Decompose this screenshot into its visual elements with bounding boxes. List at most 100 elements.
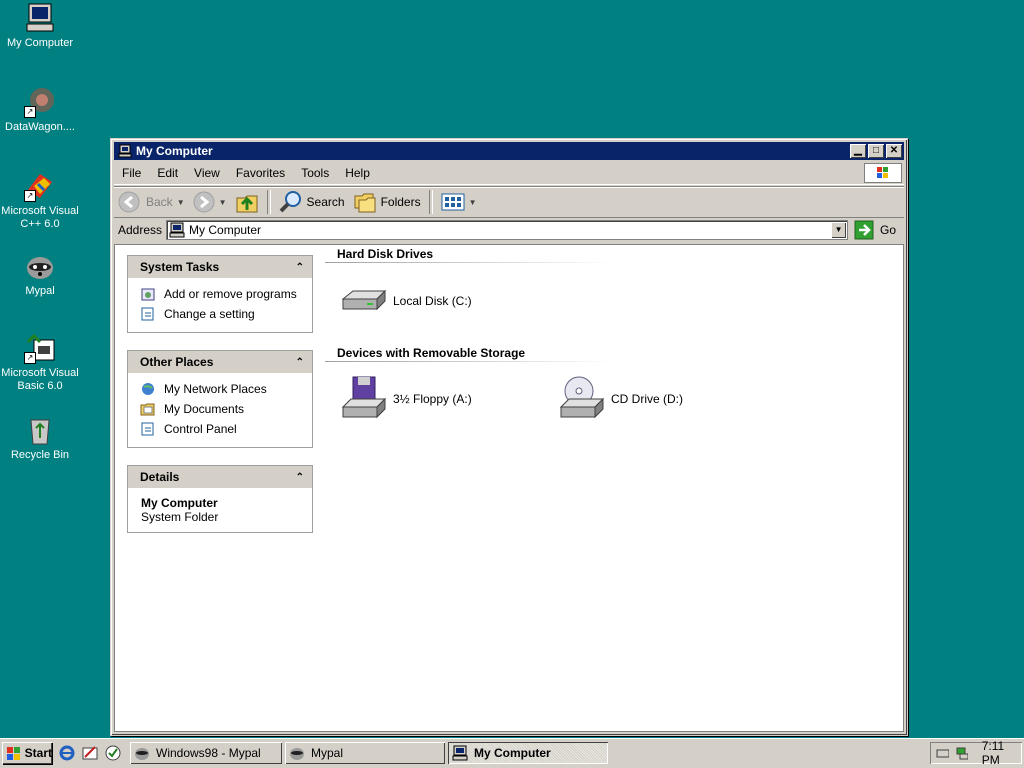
back-button[interactable]: Back ▼ xyxy=(114,189,189,215)
menu-favorites[interactable]: Favorites xyxy=(228,166,293,180)
drive-label: 3½ Floppy (A:) xyxy=(393,392,472,406)
other-places-pane: Other Places ⌃ My Network Places My Docu… xyxy=(127,350,313,448)
forward-button[interactable]: ▼ xyxy=(189,189,231,215)
desktop-icon-label: Microsoft Visual C++ 6.0 xyxy=(1,205,79,230)
desktop-icon-label: My Computer xyxy=(6,37,74,49)
details-title: Details xyxy=(140,470,180,484)
address-dropdown-button[interactable]: ▼ xyxy=(831,222,847,238)
search-icon xyxy=(279,191,301,213)
section-divider xyxy=(325,262,615,263)
system-tray: 7:11 PM xyxy=(930,739,1022,767)
keyboard-icon[interactable] xyxy=(936,746,949,760)
desktop-icon-visual-cpp[interactable]: ↗ Microsoft Visual C++ 6.0 xyxy=(0,170,80,231)
collapse-chevron-icon[interactable]: ⌃ xyxy=(296,262,304,273)
collapse-chevron-icon[interactable]: ⌃ xyxy=(296,357,304,368)
internet-explorer-icon[interactable] xyxy=(58,744,76,762)
go-label: Go xyxy=(880,223,897,237)
desktop-icon-label: Mypal xyxy=(25,285,55,297)
quick-launch xyxy=(58,744,127,762)
hard-drive-icon xyxy=(341,289,387,311)
desktop-icon-mypal[interactable]: Mypal xyxy=(0,250,80,298)
desktop-icon-label: DataWagon.... xyxy=(5,121,75,133)
network-globe-icon xyxy=(142,383,154,395)
my-network-places-link[interactable]: My Network Places xyxy=(140,379,304,399)
mypal-raccoon-icon xyxy=(135,748,149,760)
other-places-header[interactable]: Other Places ⌃ xyxy=(128,351,312,373)
section-divider xyxy=(325,361,615,362)
taskbar-item-windows98-mypal[interactable]: Windows98 - Mypal xyxy=(130,742,282,764)
floppy-drive-icon xyxy=(341,376,387,419)
toolbar-separator xyxy=(266,190,271,214)
folders-button[interactable]: Folders xyxy=(349,189,425,215)
taskbar-item-my-computer[interactable]: My Computer xyxy=(448,742,608,764)
forward-dropdown-icon[interactable]: ▼ xyxy=(219,198,227,207)
other-places-title: Other Places xyxy=(140,355,214,369)
menu-edit[interactable]: Edit xyxy=(149,166,186,180)
my-documents-link[interactable]: My Documents xyxy=(140,399,304,419)
my-documents-icon xyxy=(140,403,155,416)
shortcut-arrow-icon: ↗ xyxy=(24,352,36,364)
clock[interactable]: 7:11 PM xyxy=(982,739,1022,767)
mypal-raccoon-icon xyxy=(24,250,56,282)
drive-label: CD Drive (D:) xyxy=(611,392,683,406)
start-button[interactable]: Start xyxy=(2,742,52,764)
start-label: Start xyxy=(24,746,52,760)
title-bar[interactable]: My Computer ▁ □ ✕ xyxy=(114,142,904,160)
desktop-icon-label: Recycle Bin xyxy=(10,449,70,461)
desktop-icon-datawagon[interactable]: ↗ DataWagon.... xyxy=(0,86,80,134)
up-button[interactable] xyxy=(231,189,263,215)
folders-icon xyxy=(354,193,376,213)
hard-disk-drives-heading: Hard Disk Drives xyxy=(337,247,434,261)
cd-drive-icon xyxy=(559,376,605,419)
add-remove-programs-icon xyxy=(141,288,155,301)
network-connection-icon[interactable] xyxy=(955,746,968,760)
desktop-icon-label: Microsoft Visual Basic 6.0 xyxy=(1,367,79,392)
details-header[interactable]: Details ⌃ xyxy=(128,466,312,488)
desktop-icon-my-computer[interactable]: My Computer xyxy=(0,2,80,50)
folder-up-icon xyxy=(236,195,258,213)
menu-file[interactable]: File xyxy=(114,166,149,180)
outlook-express-icon[interactable] xyxy=(81,744,99,762)
menu-bar: File Edit View Favorites Tools Help xyxy=(114,162,904,185)
content-area: System Tasks ⌃ Add or remove programs Ch… xyxy=(114,244,904,732)
desktop-icon-visual-basic[interactable]: ↗ Microsoft Visual Basic 6.0 xyxy=(0,332,80,393)
datawagon-icon: ↗ xyxy=(24,86,56,118)
taskbar-item-mypal[interactable]: Mypal xyxy=(285,742,445,764)
go-button[interactable]: Go xyxy=(854,220,896,240)
views-button[interactable]: ▼ xyxy=(437,189,481,215)
maximize-button[interactable]: □ xyxy=(868,144,884,158)
control-panel-link[interactable]: Control Panel xyxy=(140,419,304,439)
menu-tools[interactable]: Tools xyxy=(293,166,337,180)
drive-cd-d[interactable]: CD Drive (D:) xyxy=(557,375,683,423)
system-tasks-header[interactable]: System Tasks ⌃ xyxy=(128,256,312,278)
my-computer-window[interactable]: My Computer ▁ □ ✕ File Edit View Favorit… xyxy=(110,138,908,736)
back-dropdown-icon[interactable]: ▼ xyxy=(177,198,185,207)
drive-local-disk-c[interactable]: Local Disk (C:) xyxy=(339,277,472,325)
show-desktop-icon[interactable] xyxy=(104,744,122,762)
address-input[interactable]: My Computer ▼ xyxy=(166,220,849,240)
system-tasks-title: System Tasks xyxy=(140,260,220,274)
search-button[interactable]: Search xyxy=(275,189,349,215)
windows-logo-icon xyxy=(864,163,902,183)
minimize-button[interactable]: ▁ xyxy=(850,144,866,158)
add-remove-programs-link[interactable]: Add or remove programs xyxy=(140,284,304,304)
back-arrow-icon xyxy=(118,191,140,213)
desktop-icon-recycle-bin[interactable]: Recycle Bin xyxy=(0,414,80,462)
search-label: Search xyxy=(306,195,345,209)
collapse-chevron-icon[interactable]: ⌃ xyxy=(296,472,304,483)
change-setting-link[interactable]: Change a setting xyxy=(140,304,304,324)
close-button[interactable]: ✕ xyxy=(886,144,902,158)
drive-floppy-a[interactable]: 3½ Floppy (A:) xyxy=(339,375,472,423)
address-label: Address xyxy=(118,223,163,237)
my-computer-icon xyxy=(118,144,132,158)
address-bar: Address My Computer ▼ Go xyxy=(114,218,904,242)
my-computer-icon xyxy=(24,2,56,34)
views-dropdown-icon[interactable]: ▼ xyxy=(469,198,477,207)
menu-help[interactable]: Help xyxy=(337,166,378,180)
views-icon xyxy=(441,193,465,211)
shortcut-arrow-icon: ↗ xyxy=(24,106,36,118)
menu-view[interactable]: View xyxy=(186,166,228,180)
drive-label: Local Disk (C:) xyxy=(393,294,472,308)
back-label: Back xyxy=(146,195,173,209)
removable-storage-heading: Devices with Removable Storage xyxy=(337,346,526,360)
